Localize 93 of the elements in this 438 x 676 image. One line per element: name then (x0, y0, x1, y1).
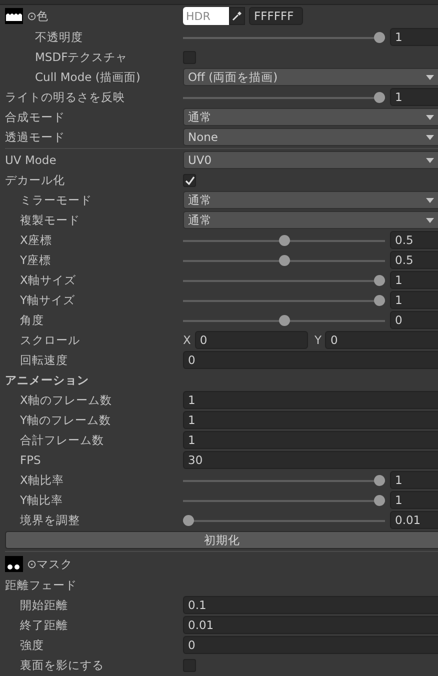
property-label: 合計フレーム数 (20, 432, 104, 448)
property-label: X軸のフレーム数 (20, 392, 112, 408)
dropdown[interactable]: 通常 (183, 211, 438, 229)
property-label: ⊙マスク (27, 556, 73, 572)
property-label: 開始距離 (20, 598, 68, 612)
slider[interactable] (183, 274, 385, 286)
slider-handle[interactable] (374, 294, 385, 306)
property-label: UV Mode (5, 153, 56, 167)
slider[interactable] (183, 314, 385, 326)
slider-handle[interactable] (374, 274, 385, 286)
number-field[interactable]: 0 (183, 636, 438, 654)
dropdown[interactable]: Off (両面を描画) (183, 68, 438, 86)
property-label: 強度 (20, 638, 44, 652)
slider[interactable] (183, 254, 385, 266)
property-label: Y軸比率 (20, 492, 64, 508)
property-label: X座標 (20, 232, 52, 248)
number-field[interactable]: 0.01 (390, 511, 438, 529)
hdr-color-swatch[interactable]: HDR (183, 7, 229, 25)
dropdown[interactable]: 通常 (183, 108, 438, 126)
property-label: X軸サイズ (20, 272, 76, 288)
property-label: MSDFテクスチャ (35, 50, 128, 64)
number-field[interactable]: 30 (183, 451, 438, 469)
checkbox[interactable] (183, 174, 196, 186)
slider[interactable] (183, 32, 385, 42)
slider-handle[interactable] (278, 314, 290, 326)
property-label: 回転速度 (20, 352, 68, 368)
slider-handle[interactable] (374, 474, 385, 486)
reset-button[interactable]: 初期化 (5, 531, 438, 549)
slider-handle[interactable] (278, 254, 290, 266)
slider[interactable] (183, 514, 385, 526)
property-label: ミラーモード (20, 192, 92, 208)
mask-thumbnail-icon (5, 556, 23, 572)
caret-icon (426, 134, 434, 140)
property-label: Y軸サイズ (20, 292, 76, 308)
property-label: X軸比率 (20, 472, 64, 488)
number-field[interactable]: 1 (183, 411, 438, 429)
number-field[interactable]: 1 (390, 491, 438, 509)
dropdown[interactable]: None (183, 128, 438, 146)
eyedropper-icon[interactable] (229, 7, 245, 25)
number-field[interactable]: 1 (390, 471, 438, 489)
slider-handle[interactable] (374, 92, 385, 102)
slider[interactable] (183, 92, 385, 102)
number-field[interactable]: 1 (390, 271, 438, 289)
number-field[interactable]: 1 (390, 291, 438, 309)
property-label: ⊙色 (27, 8, 49, 24)
number-field[interactable]: 1 (183, 391, 438, 409)
property-label: 境界を調整 (20, 512, 80, 528)
property-label: 裏面を影にする (20, 658, 104, 672)
property-label: 角度 (20, 312, 44, 328)
number-field[interactable]: 1 (390, 88, 438, 106)
number-field[interactable]: 0 (390, 311, 438, 329)
slider-handle[interactable] (278, 234, 290, 246)
slider[interactable] (183, 474, 385, 486)
number-field[interactable]: 0.5 (390, 231, 438, 249)
number-field[interactable]: 0.01 (183, 616, 438, 634)
number-field[interactable]: 0.5 (390, 251, 438, 269)
property-label: 不透明度 (35, 30, 83, 44)
number-field[interactable]: 0 (194, 331, 308, 349)
section-heading: アニメーション (5, 372, 89, 388)
caret-icon (426, 198, 434, 202)
axis-label: X (183, 333, 191, 347)
axis-label: Y (314, 333, 322, 347)
dropdown[interactable]: 通常 (183, 191, 438, 209)
dropdown[interactable]: UV0 (183, 151, 438, 169)
slider[interactable] (183, 494, 385, 506)
slider[interactable] (183, 294, 385, 306)
slider-handle[interactable] (374, 494, 385, 506)
number-field[interactable]: 1 (183, 431, 438, 449)
property-label: 合成モード (5, 110, 65, 124)
number-field[interactable]: 0 (183, 351, 438, 369)
number-field[interactable]: 1 (390, 28, 438, 46)
property-label: スクロール (20, 332, 80, 348)
slider[interactable] (183, 234, 385, 246)
property-label: 終了距離 (20, 618, 68, 632)
slider-handle[interactable] (183, 514, 194, 526)
property-label: 複製モード (20, 212, 80, 228)
number-field[interactable]: 0.1 (183, 596, 438, 614)
property-label: Y座標 (20, 252, 52, 268)
slider-handle[interactable] (374, 32, 385, 42)
caret-icon (426, 74, 434, 80)
property-label: Cull Mode (描画面) (35, 70, 140, 84)
number-field[interactable]: 0 (325, 331, 438, 349)
caret-icon (426, 114, 434, 120)
hex-field[interactable]: FFFFFF (249, 7, 303, 25)
property-label: Y軸のフレーム数 (20, 412, 112, 428)
caret-icon (426, 218, 434, 222)
property-label: ライトの明るさを反映 (5, 90, 125, 104)
property-label: 距離フェード (5, 578, 77, 592)
property-label: 透過モード (5, 130, 65, 144)
property-label: FPS (20, 453, 41, 467)
property-label: デカール化 (5, 172, 65, 188)
caret-icon (426, 158, 434, 162)
texture-thumbnail-icon (5, 8, 23, 24)
